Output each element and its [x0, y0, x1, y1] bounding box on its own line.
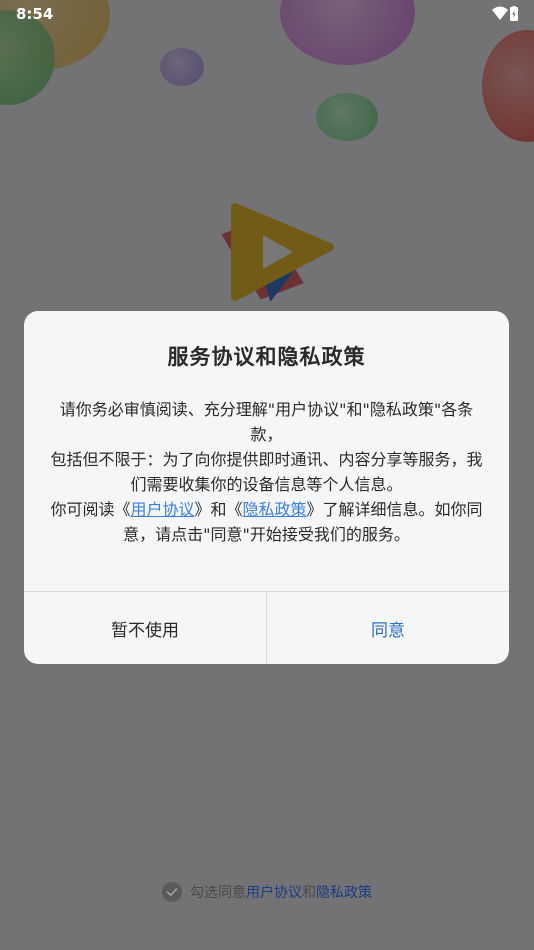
privacy-dialog: 服务协议和隐私政策 请你务必审慎阅读、充分理解"用户协议"和"隐私政策"各条款，…: [24, 311, 509, 664]
paragraph-text: 》和《: [194, 500, 243, 519]
bottom-privacy-policy-link[interactable]: 隐私政策: [316, 882, 372, 902]
dialog-paragraph: 你可阅读《用户协议》和《隐私政策》了解详细信息。如你同意，请点击"同意"开始接受…: [44, 497, 489, 547]
user-agreement-link[interactable]: 用户协议: [130, 500, 194, 519]
status-time: 8:54: [16, 5, 54, 23]
dialog-body: 请你务必审慎阅读、充分理解"用户协议"和"隐私政策"各条款， 包括但不限于：为了…: [44, 397, 489, 547]
agreement-and: 和: [302, 885, 316, 901]
paragraph-text: 你可阅读《: [50, 500, 131, 519]
status-bar: 8:54: [0, 0, 534, 28]
dialog-paragraph: 包括但不限于：为了向你提供即时通讯、内容分享等服务，我们需要收集你的设备信息等个…: [50, 450, 483, 494]
agreement-checkbox-row[interactable]: 勾选同意 用户协议 和 隐私政策: [0, 880, 534, 904]
agreement-prefix: 勾选同意: [190, 885, 246, 901]
decline-button[interactable]: 暂不使用: [24, 592, 266, 664]
wifi-icon: [492, 6, 508, 20]
checkbox-icon[interactable]: [162, 882, 182, 902]
privacy-policy-link[interactable]: 隐私政策: [243, 500, 307, 519]
battery-icon: [510, 6, 518, 21]
dialog-title: 服务协议和隐私政策: [167, 345, 366, 369]
dialog-paragraph: 请你务必审慎阅读、充分理解"用户协议"和"隐私政策"各条款，: [59, 400, 474, 444]
bottom-user-agreement-link[interactable]: 用户协议: [246, 882, 302, 902]
agree-button[interactable]: 同意: [267, 592, 509, 664]
